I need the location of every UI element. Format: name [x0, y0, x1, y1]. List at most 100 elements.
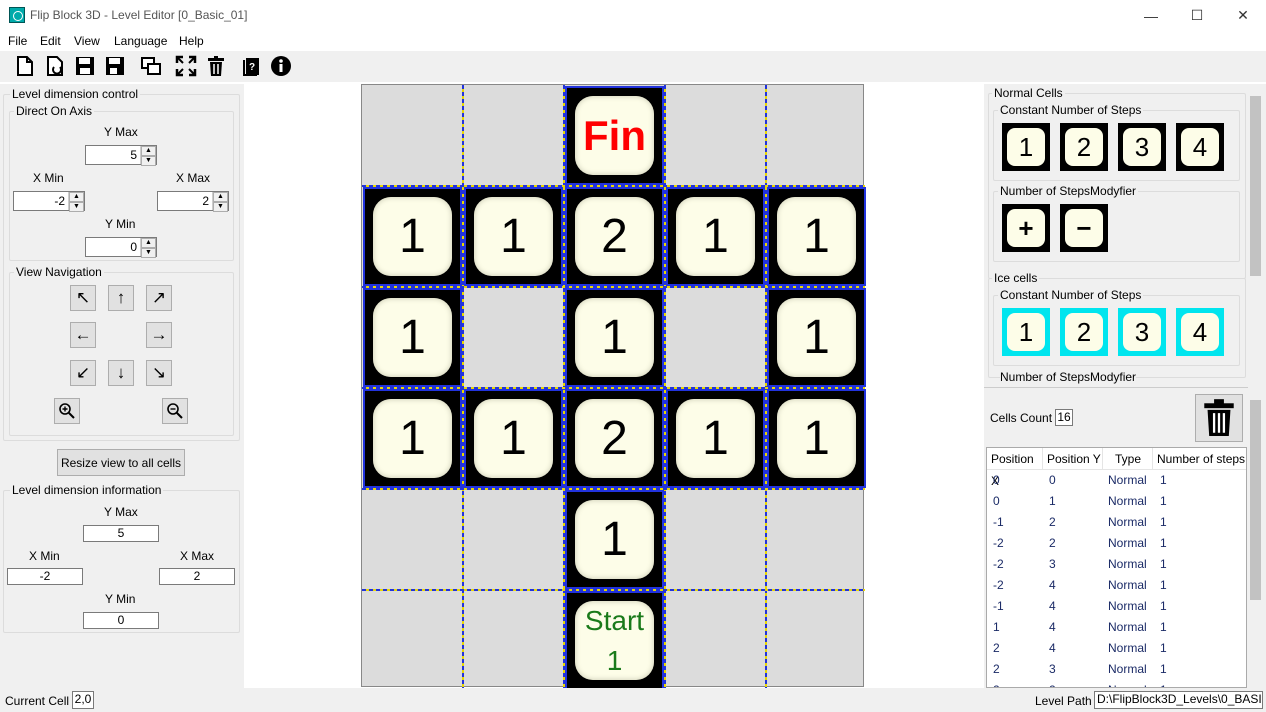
nav-up-right-icon[interactable]: ↗: [146, 285, 172, 311]
spin-down-icon[interactable]: ▼: [141, 248, 156, 258]
grid-cell[interactable]: [665, 287, 766, 388]
delete-all-button[interactable]: [1195, 394, 1243, 442]
y-max-stepper[interactable]: 5 ▲ ▼: [85, 145, 157, 166]
grid-cell[interactable]: [362, 85, 463, 186]
col-position-y[interactable]: Position Y: [1043, 448, 1103, 470]
level-grid[interactable]: Fin 1 1 2 1 1 1 1 1 1 1 2 1 1 1 Start 1: [361, 84, 867, 690]
cells-table[interactable]: Position X Position Y Type Number of ste…: [986, 447, 1247, 688]
minimize-button[interactable]: —: [1128, 0, 1174, 31]
modifier-minus-tile[interactable]: −: [1060, 204, 1108, 252]
spin-down-icon[interactable]: ▼: [141, 156, 156, 166]
col-number-of-steps[interactable]: Number of steps: [1153, 448, 1246, 470]
palette-scrollbar[interactable]: [1247, 84, 1264, 384]
nav-up-icon[interactable]: ↑: [108, 285, 134, 311]
help-book-icon[interactable]: ?: [240, 54, 264, 78]
grid-cell[interactable]: 1: [463, 186, 564, 287]
nav-right-icon[interactable]: →: [146, 322, 172, 348]
grid-cell[interactable]: [766, 85, 867, 186]
grid-cell[interactable]: [362, 590, 463, 691]
grid-cell[interactable]: 1: [766, 388, 867, 489]
splitter[interactable]: [984, 384, 1248, 388]
grid-cell[interactable]: Fin: [564, 85, 665, 186]
nav-up-left-icon[interactable]: ↖: [70, 285, 96, 311]
menu-language[interactable]: Language: [114, 34, 167, 48]
maximize-button[interactable]: ☐: [1174, 0, 1220, 31]
spin-up-icon[interactable]: ▲: [141, 146, 156, 156]
resize-view-button[interactable]: Resize view to all cells: [57, 449, 185, 476]
spin-down-icon[interactable]: ▼: [69, 202, 84, 212]
spin-down-icon[interactable]: ▼: [213, 202, 228, 212]
new-file-icon[interactable]: [13, 54, 37, 78]
expand-icon[interactable]: [174, 54, 198, 78]
copy-icon[interactable]: [139, 54, 163, 78]
table-row[interactable]: 2 4 Normal 1: [987, 638, 1246, 659]
open-file-icon[interactable]: [43, 54, 67, 78]
table-row[interactable]: 2 3 Normal 1: [987, 659, 1246, 680]
ice-cell-2-tile[interactable]: 2: [1060, 308, 1108, 356]
grid-cell[interactable]: Start 1: [564, 590, 665, 691]
spin-up-icon[interactable]: ▲: [141, 238, 156, 248]
nav-left-icon[interactable]: ←: [70, 322, 96, 348]
grid-cell[interactable]: [463, 590, 564, 691]
grid-cell[interactable]: [665, 590, 766, 691]
grid-cell[interactable]: [766, 489, 867, 590]
grid-cell[interactable]: 1: [564, 287, 665, 388]
table-row[interactable]: -2 4 Normal 1: [987, 575, 1246, 596]
normal-cell-1-tile[interactable]: 1: [1002, 123, 1050, 171]
scrollbar-thumb[interactable]: [1250, 400, 1261, 600]
nav-down-left-icon[interactable]: ↙: [70, 360, 96, 386]
grid-cell[interactable]: [463, 287, 564, 388]
grid-cell[interactable]: 1: [362, 186, 463, 287]
normal-cell-2-tile[interactable]: 2: [1060, 123, 1108, 171]
grid-cell[interactable]: 1: [362, 388, 463, 489]
grid-cell[interactable]: 1: [766, 186, 867, 287]
modifier-plus-tile[interactable]: +: [1002, 204, 1050, 252]
menu-edit[interactable]: Edit: [40, 34, 61, 48]
table-row[interactable]: 0 1 Normal 1: [987, 491, 1246, 512]
col-position-x[interactable]: Position X: [987, 448, 1043, 488]
x-max-stepper[interactable]: 2 ▲ ▼: [157, 191, 229, 212]
ice-cell-3-tile[interactable]: 3: [1118, 308, 1166, 356]
grid-cell[interactable]: [463, 85, 564, 186]
info-icon[interactable]: [269, 54, 293, 78]
zoom-out-icon[interactable]: [162, 398, 188, 424]
close-button[interactable]: ✕: [1220, 0, 1266, 31]
table-row[interactable]: 2 2 Normal 1: [987, 680, 1246, 687]
y-min-stepper[interactable]: 0 ▲ ▼: [85, 237, 157, 258]
nav-down-right-icon[interactable]: ↘: [146, 360, 172, 386]
scrollbar-thumb[interactable]: [1250, 96, 1261, 276]
table-row[interactable]: -1 2 Normal 1: [987, 512, 1246, 533]
grid-cell[interactable]: [362, 489, 463, 590]
grid-cell[interactable]: [463, 489, 564, 590]
menu-help[interactable]: Help: [179, 34, 204, 48]
menu-view[interactable]: View: [74, 34, 100, 48]
ice-cell-1-tile[interactable]: 1: [1002, 308, 1050, 356]
x-min-stepper[interactable]: -2 ▲ ▼: [13, 191, 85, 212]
grid-cell[interactable]: 1: [362, 287, 463, 388]
table-row[interactable]: -2 2 Normal 1: [987, 533, 1246, 554]
grid-cell[interactable]: 1: [665, 186, 766, 287]
save-as-icon[interactable]: +: [103, 54, 127, 78]
grid-cell[interactable]: 1: [766, 287, 867, 388]
grid-cell[interactable]: 1: [564, 489, 665, 590]
grid-cell[interactable]: 1: [665, 388, 766, 489]
save-icon[interactable]: [73, 54, 97, 78]
col-type[interactable]: Type: [1103, 448, 1153, 470]
spin-up-icon[interactable]: ▲: [213, 192, 228, 202]
grid-cell[interactable]: [665, 489, 766, 590]
table-row[interactable]: 0 0 Normal 1: [987, 470, 1246, 491]
grid-cell[interactable]: 1: [463, 388, 564, 489]
table-row[interactable]: -1 4 Normal 1: [987, 596, 1246, 617]
grid-cell[interactable]: [665, 85, 766, 186]
ice-cell-4-tile[interactable]: 4: [1176, 308, 1224, 356]
delete-icon[interactable]: [204, 54, 228, 78]
normal-cell-4-tile[interactable]: 4: [1176, 123, 1224, 171]
nav-down-icon[interactable]: ↓: [108, 360, 134, 386]
table-row[interactable]: -2 3 Normal 1: [987, 554, 1246, 575]
zoom-in-icon[interactable]: [54, 398, 80, 424]
table-scrollbar[interactable]: [1247, 390, 1264, 688]
grid-cell[interactable]: 2: [564, 186, 665, 287]
grid-cell[interactable]: [766, 590, 867, 691]
grid-cell[interactable]: 2: [564, 388, 665, 489]
spin-up-icon[interactable]: ▲: [69, 192, 84, 202]
